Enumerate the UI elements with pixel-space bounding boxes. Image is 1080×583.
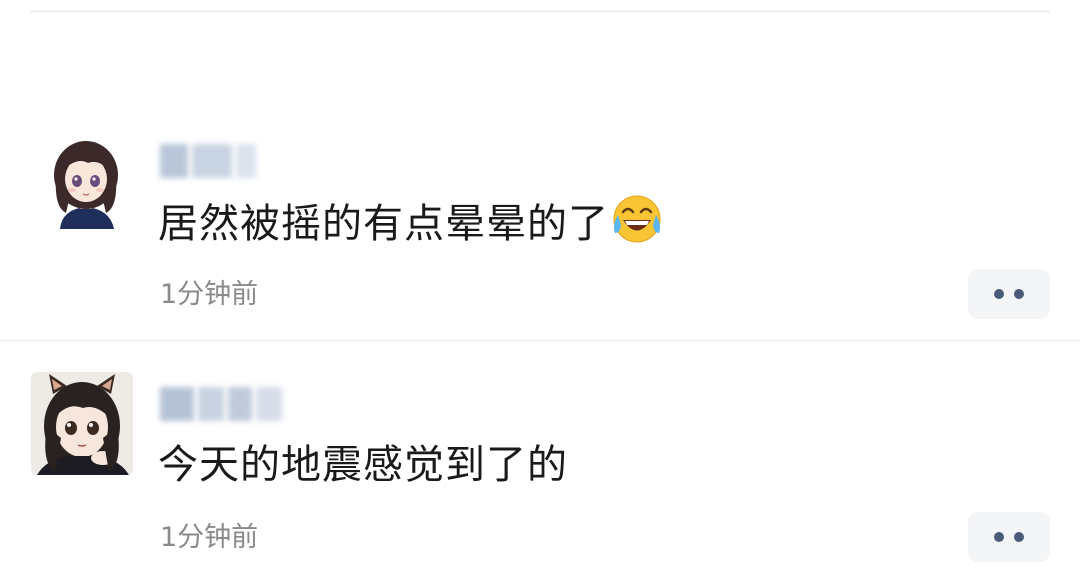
more-options-button[interactable]: [968, 512, 1050, 562]
more-dot-icon: [1014, 289, 1024, 299]
laughing-tears-emoji-icon: [611, 193, 663, 245]
avatar[interactable]: [31, 372, 133, 475]
comment-timestamp: 1分钟前: [160, 279, 259, 310]
more-dot-icon: [1014, 532, 1024, 542]
comment-text: 今天的地震感觉到了的: [158, 442, 568, 488]
username-blurred[interactable]: [160, 375, 282, 421]
more-options-button[interactable]: [968, 269, 1050, 319]
comment-timestamp: 1分钟前: [160, 522, 259, 553]
username-blurred[interactable]: [160, 132, 256, 178]
comment-item: 居然被摇的有点晕晕的了 1分钟前: [0, 0, 1080, 341]
avatar[interactable]: [52, 137, 120, 229]
comment-text: 居然被摇的有点晕晕的了: [158, 193, 663, 249]
comment-item: 今天的地震感觉到了的 1分钟前: [0, 341, 1080, 583]
more-dot-icon: [994, 532, 1004, 542]
more-dot-icon: [994, 289, 1004, 299]
comment-list: 居然被摇的有点晕晕的了 1分钟前 今天的地震感觉到了的 1分钟前: [0, 0, 1080, 583]
